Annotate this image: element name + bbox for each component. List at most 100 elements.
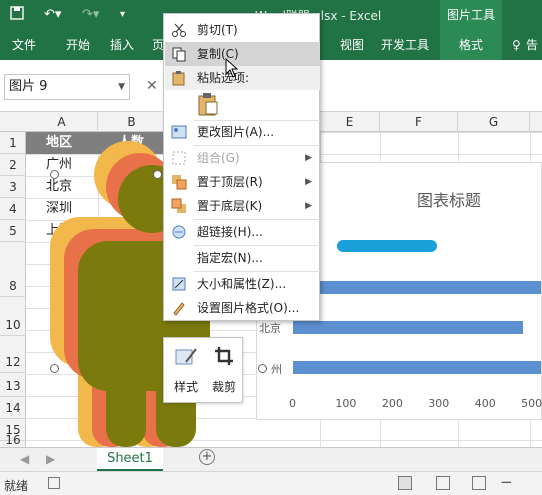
scroll-left-icon[interactable]: ◀ xyxy=(20,452,29,466)
row-header[interactable]: 13 xyxy=(0,375,26,397)
chart-y-label: 北京 xyxy=(259,322,281,335)
tab-developer[interactable]: 开发工具 xyxy=(381,30,429,60)
resize-handle[interactable] xyxy=(50,364,59,373)
paste-icon xyxy=(171,70,187,86)
save-icon[interactable] xyxy=(10,6,24,24)
column-header-f[interactable]: F xyxy=(380,112,458,132)
chart-bar[interactable] xyxy=(293,281,541,294)
menu-item-label: 指定宏(N)... xyxy=(197,251,263,265)
crop-label: 裁剪 xyxy=(211,380,236,394)
menu-item-copy[interactable]: 复制(C) xyxy=(165,42,320,66)
menu-item-label: 更改图片(A)... xyxy=(197,125,275,139)
row-header[interactable]: 10 xyxy=(0,314,26,336)
row-header[interactable]: 3 xyxy=(0,176,26,198)
menu-item-label: 置于顶层(R) xyxy=(197,175,263,189)
menu-item-label: 置于底层(K) xyxy=(197,199,263,213)
chart-x-tick-label: 400 xyxy=(474,397,496,410)
menu-item-label: 剪切(T) xyxy=(197,23,238,37)
menu-item-label: 粘贴选项: xyxy=(197,71,250,85)
context-menu: 剪切(T) 复制(C) 粘贴选项: 更改图片(A)... 组合(G) ▶ 置于顶… xyxy=(163,13,320,321)
menu-item-hyperlink[interactable]: 超链接(H)... xyxy=(165,220,320,244)
scissors-icon xyxy=(171,22,187,38)
chart-x-tick-label: 0 xyxy=(289,397,296,410)
menu-item-bring-to-front[interactable]: 置于顶层(R) ▶ xyxy=(165,170,320,194)
cancel-icon[interactable]: ✕ xyxy=(146,78,158,94)
add-sheet-icon[interactable]: + xyxy=(199,449,215,465)
column-header-e[interactable]: E xyxy=(320,112,380,132)
send-back-icon xyxy=(171,198,187,214)
menu-item-label: 组合(G) xyxy=(197,151,240,165)
tell-me-icon[interactable]: ♀ xyxy=(512,30,521,60)
menu-item-assign-macro[interactable]: 指定宏(N)... xyxy=(165,246,320,270)
style-label: 样式 xyxy=(173,380,198,394)
tab-home[interactable]: 开始 xyxy=(66,30,90,60)
row-header[interactable]: 12 xyxy=(0,351,26,373)
status-bar: 就绪 − xyxy=(0,471,542,495)
chart-bar[interactable] xyxy=(293,321,523,334)
chart-x-tick-label: 300 xyxy=(428,397,450,410)
chart-x-tick-label: 200 xyxy=(381,397,403,410)
menu-item-group[interactable]: 组合(G) ▶ xyxy=(165,146,320,170)
customize-toolbar-icon[interactable]: ▾ xyxy=(120,6,125,24)
page-layout-view-icon[interactable] xyxy=(436,476,450,490)
chart-x-tick-label: 500 xyxy=(521,397,542,410)
menu-item-label: 大小和属性(Z)... xyxy=(197,277,287,291)
group-icon xyxy=(171,150,187,166)
change-picture-icon xyxy=(171,124,187,140)
tab-tell-me[interactable]: 告 xyxy=(526,30,538,60)
tab-view[interactable]: 视图 xyxy=(340,30,364,60)
chart-title[interactable]: 图表标题 xyxy=(417,187,481,211)
mini-toolbar: 样式 裁剪 xyxy=(163,337,243,403)
name-box-value: 图片 9 xyxy=(9,79,48,94)
mouse-cursor-icon xyxy=(225,57,239,81)
chart-bar[interactable] xyxy=(293,361,541,374)
row-header[interactable]: 8 xyxy=(0,275,26,297)
scroll-right-icon[interactable]: ▶ xyxy=(46,452,55,466)
undo-icon[interactable]: ↶▾ xyxy=(44,6,61,24)
menu-item-send-to-back[interactable]: 置于底层(K) ▶ xyxy=(165,194,320,218)
menu-item-label: 超链接(H)... xyxy=(197,225,263,239)
redo-icon[interactable]: ↷▾ xyxy=(82,6,99,24)
zoom-out-icon[interactable]: − xyxy=(500,473,513,491)
resize-handle[interactable] xyxy=(50,170,59,179)
row-header[interactable]: 4 xyxy=(0,198,26,220)
menu-item-paste-options: 粘贴选项: xyxy=(165,66,320,90)
paste-picture-icon[interactable] xyxy=(197,92,219,119)
tab-format[interactable]: 格式 xyxy=(440,30,502,60)
bring-front-icon xyxy=(171,174,187,190)
row-header[interactable]: 14 xyxy=(0,397,26,419)
row-header[interactable]: 2 xyxy=(0,154,26,176)
page-break-view-icon[interactable] xyxy=(472,476,486,490)
row-header[interactable]: 5 xyxy=(0,220,26,242)
style-button[interactable]: 样式 xyxy=(168,344,204,398)
brush-icon xyxy=(174,346,200,371)
row-header[interactable]: 1 xyxy=(0,132,26,154)
macro-record-icon[interactable] xyxy=(48,477,60,489)
crop-button[interactable]: 裁剪 xyxy=(206,344,242,398)
crop-icon xyxy=(214,346,234,369)
resize-handle[interactable] xyxy=(258,364,267,373)
format-picture-icon xyxy=(171,300,187,316)
sheet-tab-active[interactable]: Sheet1 xyxy=(97,448,163,471)
tab-file[interactable]: 文件 xyxy=(12,30,36,60)
chevron-down-icon[interactable]: ▼ xyxy=(118,75,125,99)
menu-item-size-properties[interactable]: 大小和属性(Z)... xyxy=(165,272,320,296)
row-headers: 1 2 3 4 5 8 10 12 13 14 15 16 xyxy=(0,132,26,447)
picture-tools-group: 图片工具 xyxy=(440,0,502,30)
menu-item-cut[interactable]: 剪切(T) xyxy=(165,18,320,42)
chevron-right-icon: ▶ xyxy=(305,201,312,211)
chart-decoration xyxy=(337,240,437,252)
size-icon xyxy=(171,276,187,292)
chart-y-label: 州 xyxy=(271,363,282,376)
sheet-tab-bar: ◀ ▶ Sheet1 + xyxy=(0,447,542,471)
resize-handle[interactable] xyxy=(153,170,162,179)
normal-view-icon[interactable] xyxy=(398,476,412,490)
column-header-g[interactable]: G xyxy=(458,112,530,132)
tab-insert[interactable]: 插入 xyxy=(110,30,134,60)
status-text: 就绪 xyxy=(4,479,29,493)
menu-item-change-picture[interactable]: 更改图片(A)... xyxy=(165,120,320,144)
chart-x-tick-label: 100 xyxy=(335,397,357,410)
menu-item-format-picture[interactable]: 设置图片格式(O)... xyxy=(165,296,320,320)
chevron-right-icon: ▶ xyxy=(305,153,312,163)
name-box[interactable]: 图片 9 ▼ xyxy=(4,74,130,100)
